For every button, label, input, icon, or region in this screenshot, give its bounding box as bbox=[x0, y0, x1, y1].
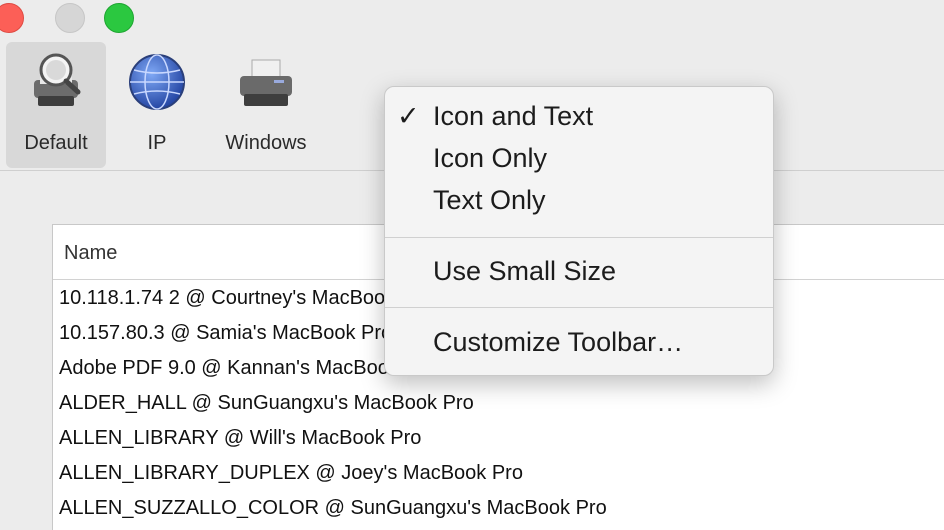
toolbar-windows-button[interactable]: Windows bbox=[206, 42, 326, 168]
row-label: 10.157.80.3 @ Samia's MacBook Pro bbox=[59, 322, 393, 344]
row-label: ALLEN_SUZZALLO_COLOR @ SunGuangxu's MacB… bbox=[59, 497, 607, 519]
menu-item-use-small-size[interactable]: Use Small Size bbox=[385, 250, 773, 290]
checkmark-icon: ✓ bbox=[397, 101, 420, 131]
menu-item-text-only[interactable]: Text Only bbox=[385, 179, 773, 219]
toolbar-label-default: Default bbox=[24, 132, 88, 154]
printer-search-icon bbox=[34, 53, 81, 106]
printer-icon bbox=[240, 59, 292, 106]
menu-item-label: Customize Toolbar… bbox=[433, 327, 684, 357]
row-label: ALDER_HALL @ SunGuangxu's MacBook Pro bbox=[59, 392, 474, 414]
zoom-window-button[interactable] bbox=[104, 3, 134, 33]
close-window-button[interactable] bbox=[0, 3, 24, 33]
menu-item-label: Icon and Text bbox=[433, 101, 594, 131]
menu-separator bbox=[385, 307, 773, 308]
table-row[interactable]: ALLEN_SUZZALLO_COLOR @ SunGuangxu's MacB… bbox=[53, 491, 944, 525]
title-bar bbox=[0, 0, 944, 38]
menu-item-label: Use Small Size bbox=[433, 256, 617, 286]
table-row[interactable]: ALLEN_LIBRARY_DUPLEX @ Joey's MacBook Pr… bbox=[53, 456, 944, 490]
table-row[interactable]: ALLEN_LIBRARY @ Will's MacBook Pro bbox=[53, 421, 944, 455]
row-label: ALLEN_LIBRARY_DUPLEX @ Joey's MacBook Pr… bbox=[59, 462, 523, 484]
table-row[interactable]: ALDER_HALL @ SunGuangxu's MacBook Pro bbox=[53, 386, 944, 420]
menu-item-label: Text Only bbox=[433, 185, 546, 215]
toolbar-label-windows: Windows bbox=[225, 132, 307, 154]
menu-item-label: Icon Only bbox=[433, 143, 548, 173]
menu-item-icon-only[interactable]: Icon Only bbox=[385, 137, 773, 177]
globe-network-icon bbox=[129, 54, 185, 110]
toolbar-ip-button[interactable]: IP bbox=[118, 42, 196, 168]
row-label: Adobe PDF 9.0 @ Kannan's MacBook Air bbox=[59, 357, 428, 379]
toolbar-label-ip: IP bbox=[147, 132, 167, 154]
toolbar-context-menu: ✓ Icon and Text Icon Only Text Only Use … bbox=[384, 86, 774, 376]
menu-item-customize-toolbar[interactable]: Customize Toolbar… bbox=[385, 321, 773, 361]
minimize-window-button[interactable] bbox=[55, 3, 85, 33]
menu-item-icon-and-text[interactable]: ✓ Icon and Text bbox=[385, 95, 773, 135]
menu-separator bbox=[385, 237, 773, 238]
row-label: 10.118.1.74 2 @ Courtney's MacBook Pro bbox=[59, 287, 432, 309]
column-header-label: Name bbox=[64, 242, 118, 264]
toolbar-default-button[interactable]: Default bbox=[6, 42, 106, 168]
row-label: ALLEN_LIBRARY @ Will's MacBook Pro bbox=[59, 427, 422, 449]
